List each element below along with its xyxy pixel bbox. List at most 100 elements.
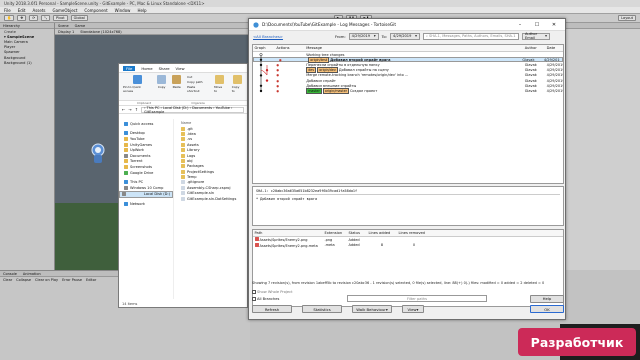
tab-scene[interactable]: Scene	[58, 24, 69, 28]
col-message[interactable]: Message	[305, 46, 524, 50]
col-extension[interactable]: Extension	[323, 231, 347, 235]
commit-message-pane[interactable]: SHA-1: c20abc36a635a651b8232ea9f6b39cad1…	[252, 186, 564, 226]
col-status[interactable]: Status	[347, 231, 367, 235]
console-button[interactable]: Clear	[3, 278, 12, 282]
message-cell: master origin/master Создал проект	[305, 87, 524, 94]
date-cell: 4/29/2019	[543, 57, 560, 62]
menu-item-help[interactable]: Help	[137, 8, 146, 13]
file-item[interactable]: GitExample.sln.DotSettings	[177, 196, 245, 201]
refresh-button[interactable]: Refresh	[252, 305, 292, 313]
col-path[interactable]: Path	[253, 231, 323, 235]
view-button[interactable]: View ▾	[402, 305, 424, 313]
path-cell: Assets/Sprites/Enemy2.png	[253, 237, 323, 242]
address-path: › This PC › Local Disk (D:) › Documents …	[144, 105, 233, 114]
tab-game[interactable]: Game	[75, 24, 85, 28]
all-branches-checkbox[interactable]	[252, 296, 256, 301]
console-button[interactable]: Clear on Play	[35, 278, 58, 282]
menu-item-component[interactable]: Component	[84, 8, 107, 13]
file-name: obj	[187, 158, 193, 163]
nav-item-label: Windows 10 Comp	[130, 185, 164, 190]
col-lines-added[interactable]: Lines added	[367, 231, 397, 235]
forward-button[interactable]: →	[128, 107, 131, 112]
file-name: Library	[187, 148, 200, 153]
ok-button[interactable]: OK	[530, 305, 564, 313]
to-date-picker[interactable]: 4/29/2019 ▾	[389, 32, 420, 40]
nav-item[interactable]: Local Disk (D:)	[119, 190, 173, 198]
help-button[interactable]: Help	[530, 294, 564, 303]
move-to-button[interactable]: Move to	[214, 75, 226, 93]
revision-row[interactable]: ● Добавил спрайт Glavak 4/29/2019	[253, 78, 563, 83]
menu-item-file[interactable]: File	[4, 8, 11, 13]
tortoisegit-icon	[253, 21, 259, 28]
up-button[interactable]: ↑	[135, 107, 138, 112]
nav-item[interactable]: Network	[119, 202, 173, 208]
walk-behaviour-button[interactable]: Walk Behaviour ▾	[352, 305, 392, 313]
ribbon-tab-share[interactable]: Share	[159, 66, 170, 71]
hierarchy-item[interactable]: Background (1)	[0, 60, 54, 65]
tab-animation[interactable]: Animation	[23, 272, 41, 276]
file-name: .gitignore	[187, 180, 205, 185]
revision-row[interactable]: ● master origin/master Создал проект Glavak 4…	[253, 87, 563, 94]
pivot-toggle[interactable]: Pivot	[53, 15, 68, 21]
from-date-picker[interactable]: 4/29/2019 ▾	[348, 32, 379, 40]
move-tool-button[interactable]: ✥	[17, 15, 27, 21]
display-dropdown[interactable]: Display 1	[58, 30, 74, 34]
console-button[interactable]: Editor	[86, 278, 96, 282]
changed-file-row[interactable]: Assets/Sprites/Enemy2.png.meta .meta Added…	[253, 242, 563, 249]
console-button[interactable]: Error Pause	[62, 278, 82, 282]
statistics-button[interactable]: Statistics	[302, 305, 342, 313]
rotate-tool-button[interactable]: ⟳	[29, 15, 39, 21]
nav-item[interactable]: Quick access	[119, 121, 173, 127]
col-author[interactable]: Author	[523, 46, 545, 50]
nav-item-label: Desktop	[130, 131, 145, 136]
tab-console[interactable]: Console	[3, 272, 17, 276]
maximize-button[interactable]: ☐	[530, 19, 544, 31]
nav-item-label: This PC	[130, 180, 144, 185]
ribbon-tab-view[interactable]: View	[176, 66, 185, 71]
copy-to-icon	[232, 75, 242, 84]
revision-row[interactable]: ● origin/test Добавил второй спрайт врага G…	[253, 56, 563, 63]
menu-item-edit[interactable]: Edit	[18, 8, 26, 13]
hand-tool-button[interactable]: ✋	[4, 15, 15, 21]
pin-quick-access-button[interactable]: Pin to Quick access	[123, 75, 151, 93]
col-graph[interactable]: Graph	[253, 46, 275, 50]
resolution-dropdown[interactable]: Standalone (1024x768)	[80, 30, 121, 34]
address-bar[interactable]: › This PC › Local Disk (D:) › Documents …	[141, 105, 244, 114]
console-button[interactable]: Collapse	[16, 278, 31, 282]
back-button[interactable]: ←	[122, 107, 125, 112]
scale-tool-button[interactable]: ⤡	[41, 15, 51, 21]
paste-shortcut-button[interactable]: Paste shortcut	[187, 85, 208, 93]
copy-path-button[interactable]: Copy path	[187, 80, 208, 84]
menu-item-window[interactable]: Window	[115, 8, 131, 13]
col-lines-removed[interactable]: Lines removed	[397, 231, 431, 235]
folder-icon	[181, 126, 185, 131]
inspector-tab[interactable]	[560, 23, 640, 29]
filter-paths-input[interactable]: Filter paths	[347, 295, 487, 302]
branch-selector-link[interactable]: <All Branches>	[253, 34, 283, 39]
ribbon-tab-home[interactable]: Home	[141, 66, 152, 71]
commit-action-icon: ●	[276, 68, 279, 73]
close-button[interactable]: ✕	[547, 19, 561, 31]
added-file-icon	[254, 242, 259, 247]
ribbon-tab-file[interactable]: File	[123, 65, 136, 71]
to-label: To:	[381, 33, 387, 39]
copy-to-button[interactable]: Copy to	[232, 75, 243, 93]
show-whole-project-checkbox[interactable]	[252, 290, 256, 294]
revision-row[interactable]: ● dev origin/dev Добавил спрайты на сцену Gl…	[253, 67, 563, 74]
minimize-button[interactable]: –	[513, 19, 527, 31]
cut-button[interactable]: Cut	[187, 75, 208, 79]
copy-button[interactable]: Copy	[157, 75, 167, 89]
nav-item[interactable]: Google Drive	[119, 170, 173, 176]
global-toggle[interactable]: Global	[70, 15, 88, 21]
unity-menu-bar: File Edit Assets GameObject Component Window H…	[0, 7, 640, 14]
col-actions[interactable]: Actions	[275, 46, 305, 50]
menu-item-gameobject[interactable]: GameObject	[52, 8, 77, 13]
author-filter-dropdown[interactable]: Author Email ▾	[521, 32, 550, 40]
col-date[interactable]: Date	[545, 46, 563, 50]
paste-button[interactable]: Paste	[172, 75, 182, 89]
layout-dropdown[interactable]: Layout	[618, 15, 637, 21]
revision-row[interactable]: ● Merge remote-tracking branch 'remotes/o…	[253, 73, 563, 78]
search-input[interactable]: ⌕ SHA-1, Messages, Paths, Authors, Email…	[422, 32, 519, 40]
file-name: Assembly-CSharp.csproj	[187, 185, 231, 190]
menu-item-assets[interactable]: Assets	[32, 8, 45, 13]
